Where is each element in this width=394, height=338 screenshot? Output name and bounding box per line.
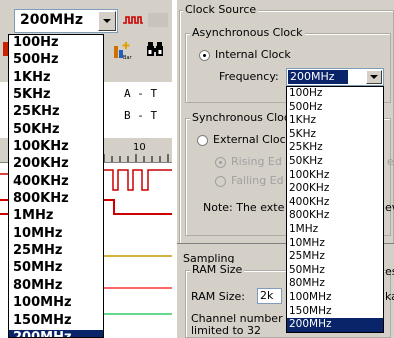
note-tail: ev [385, 201, 394, 214]
dropdown-option[interactable]: 200KHz [9, 156, 103, 173]
internal-clock-label: Internal Clock [215, 48, 291, 61]
frequency-combo[interactable]: 200MHz [286, 68, 384, 86]
ram-size-title: RAM Size [190, 263, 245, 276]
dropdown-option[interactable]: 400KHz [287, 196, 383, 210]
note-label: Note: The exte [203, 201, 285, 214]
chevron-down-icon [103, 19, 111, 23]
dropdown-option[interactable]: 800KHz [287, 209, 383, 223]
internal-clock-radio[interactable] [199, 50, 210, 61]
rising-edge-radio[interactable] [215, 157, 226, 168]
dropdown-option[interactable]: 25MHz [9, 243, 103, 260]
sample-rate-combo-value: 200MHz [20, 12, 84, 28]
dropdown-option[interactable]: 100Hz [287, 87, 383, 101]
dropdown-option[interactable]: 25KHz [287, 141, 383, 155]
dropdown-option[interactable]: 5KHz [287, 128, 383, 142]
dropdown-option[interactable]: 50KHz [287, 155, 383, 169]
dropdown-option[interactable]: 500Hz [287, 101, 383, 115]
dropdown-option[interactable]: 5KHz [9, 87, 103, 104]
dropdown-option[interactable]: 500Hz [9, 52, 103, 69]
svg-text:Bar: Bar [123, 55, 132, 60]
dropdown-option[interactable]: 10MHz [287, 237, 383, 251]
dropdown-option[interactable]: 50MHz [9, 260, 103, 277]
dropdown-option[interactable]: 200KHz [287, 182, 383, 196]
dropdown-option[interactable]: 200MHz [9, 329, 103, 337]
left-app-window: 200MHz Bar A - T B - T 10 100Hz 500Hz 1K… [0, 0, 172, 338]
external-clock-radio[interactable] [197, 135, 208, 146]
dropdown-option[interactable]: 200MHz [287, 318, 383, 332]
rising-edge-label: Rising Ed [231, 155, 282, 168]
dropdown-option[interactable]: 1KHz [9, 70, 103, 87]
falling-edge-radio[interactable] [215, 176, 226, 187]
frequency-label: Frequency: [219, 70, 279, 83]
waveform-icon[interactable] [122, 13, 144, 27]
frequency-dropdown-list[interactable]: 100Hz 500Hz 1KHz 5KHz 25KHz 50KHz 100KHz 200KHz… [286, 86, 384, 333]
dropdown-option[interactable]: 80MHz [9, 278, 103, 295]
combo-dropdown-button[interactable] [98, 11, 116, 31]
disabled-tool-icon[interactable] [148, 13, 168, 27]
dropdown-option[interactable]: 25MHz [287, 250, 383, 264]
external-clock-label: External Clock [213, 133, 293, 146]
dropdown-option[interactable]: 150MHz [287, 305, 383, 319]
dropdown-option[interactable]: 100Hz [9, 35, 103, 52]
clock-source-title: Clock Source [183, 3, 259, 16]
bar-plus-icon[interactable]: Bar [112, 40, 134, 60]
sample-rate-dropdown-list[interactable]: 100Hz 500Hz 1KHz 5KHz 25KHz 50KHz 100KHz 200KHz… [8, 34, 104, 338]
dropdown-option[interactable]: 100KHz [9, 139, 103, 156]
cut-text-es: es [385, 265, 394, 278]
label-b-t: B - T [124, 109, 158, 122]
dropdown-option[interactable]: 25KHz [9, 104, 103, 121]
dropdown-option[interactable]: 1MHz [9, 208, 103, 225]
channel-note-line-2: limited to 32 [191, 324, 261, 337]
label-a-t: A - T [124, 87, 158, 100]
dropdown-option[interactable]: 50MHz [287, 264, 383, 278]
dropdown-option[interactable]: 800KHz [9, 191, 103, 208]
cut-text-ka: ka [385, 290, 394, 303]
clock-settings-dialog: Clock Source Asynchronous Clock Internal… [177, 0, 394, 338]
falling-edge-label: Falling Ed [231, 174, 284, 187]
frequency-combo-value: 200MHz [288, 70, 348, 84]
dropdown-option[interactable]: 150MHz [9, 313, 103, 330]
chevron-down-icon [370, 75, 378, 79]
ram-size-input[interactable]: 2k [257, 288, 282, 304]
dropdown-option[interactable]: 1MHz [287, 223, 383, 237]
async-clock-title: Asynchronous Clock [190, 26, 305, 39]
dropdown-option[interactable]: 400KHz [9, 174, 103, 191]
dropdown-option[interactable]: 80MHz [287, 277, 383, 291]
dropdown-option[interactable]: 100MHz [287, 291, 383, 305]
dropdown-option[interactable]: 10MHz [9, 226, 103, 243]
binoculars-icon[interactable] [146, 40, 164, 58]
sync-clock-title: Synchronous Clock [190, 111, 299, 124]
frequency-dropdown-button[interactable] [366, 70, 382, 84]
dropdown-option[interactable]: 50KHz [9, 122, 103, 139]
ram-size-label: RAM Size: [191, 290, 245, 303]
cut-text-er: er [387, 155, 394, 168]
dropdown-option[interactable]: 100MHz [9, 295, 103, 312]
dropdown-option[interactable]: 100KHz [287, 169, 383, 183]
dropdown-option[interactable]: 1KHz [287, 114, 383, 128]
sample-rate-combo[interactable]: 200MHz [14, 9, 118, 33]
